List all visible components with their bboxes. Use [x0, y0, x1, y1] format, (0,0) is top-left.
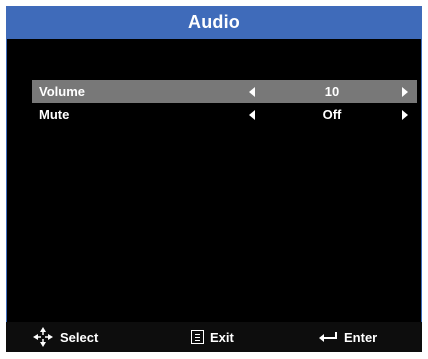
menu-item-volume[interactable]: Volume 10 [32, 80, 417, 103]
enter-hint: Enter [318, 322, 377, 352]
key-hint-bar: Select Exit Enter [6, 322, 422, 352]
volume-increase-arrow-icon[interactable] [402, 87, 408, 97]
volume-decrease-arrow-icon[interactable] [249, 87, 255, 97]
volume-value: 10 [324, 84, 340, 99]
select-hint-label: Select [60, 329, 99, 345]
menu-title: Audio [188, 12, 240, 32]
mute-value: Off [322, 107, 342, 122]
mute-next-arrow-icon[interactable] [402, 110, 408, 120]
menu-exit-icon [191, 330, 204, 344]
select-hint: Select [32, 322, 98, 352]
enter-return-icon [318, 331, 338, 343]
menu-title-bar: Audio [6, 6, 422, 39]
volume-label: Volume [39, 84, 85, 99]
four-way-arrows-icon [32, 326, 54, 348]
exit-hint: Exit [191, 322, 234, 352]
mute-label: Mute [39, 107, 70, 122]
menu-item-mute[interactable]: Mute Off [32, 103, 417, 126]
audio-settings-list: Volume 10 Mute Off [32, 80, 417, 126]
osd-menu-window: Audio Volume 10 Mute Off Select Exit Ent… [6, 6, 422, 352]
exit-hint-label: Exit [210, 329, 234, 345]
mute-previous-arrow-icon[interactable] [249, 110, 255, 120]
enter-hint-label: Enter [344, 329, 378, 345]
